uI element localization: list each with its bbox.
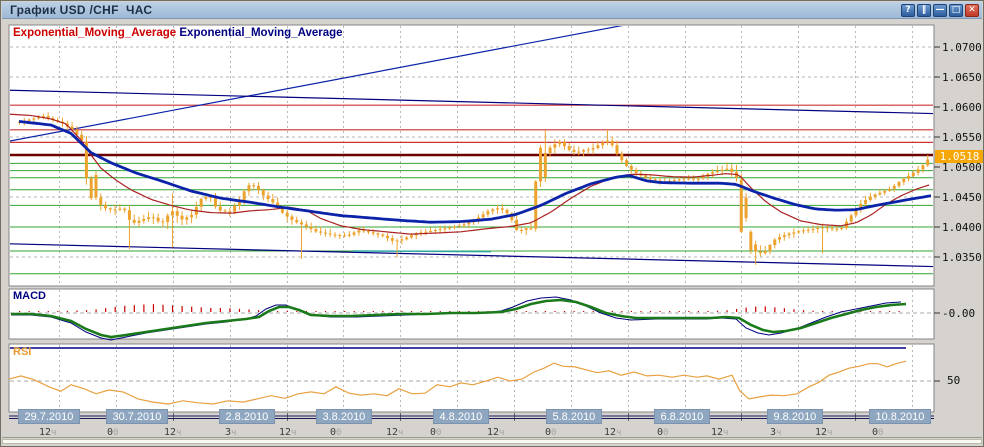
horizontal-scrollbar[interactable] [2,437,982,445]
macd-axis-value: -0.00 [942,308,975,319]
minimize-button[interactable]: — [933,4,947,17]
pause-button[interactable]: ‖ [917,4,931,17]
price-tick-label: 1.0700 [942,41,982,54]
indicator-legend: Exponential_Moving_Average Exponential_M… [13,28,343,39]
date-badge: 29.7.2010 [18,409,80,424]
rsi-panel-label: RSI [13,347,31,358]
chart-canvas[interactable] [1,1,984,447]
window-title: График USD /CHF ЧАС [10,3,152,17]
maximize-button[interactable]: □ [949,4,963,17]
price-tick-label: 1.0450 [942,191,982,204]
help-button[interactable]: ? [901,4,915,17]
price-tick-label: 1.0400 [942,221,982,234]
date-badge: 10.8.2010 [869,409,931,424]
date-badge: 3.8.2010 [316,409,372,424]
scrollbar-thumb[interactable] [2,439,982,444]
date-badge: 5.8.2010 [546,409,602,424]
panel-background [9,344,934,412]
date-badge: 2.8.2010 [219,409,275,424]
price-tick-label: 1.0500 [942,161,982,174]
close-button[interactable]: ✕ [965,4,979,17]
title-bar[interactable]: График USD /CHF ЧАС ? ‖ — □ ✕ [2,2,982,19]
macd-panel-label: MACD [13,291,46,302]
trendline-teal-segment [353,251,491,252]
chart-window: График USD /CHF ЧАС ? ‖ — □ ✕ Exponentia… [0,0,984,447]
window-buttons: ? ‖ — □ ✕ [901,4,979,17]
rsi-axis-value: 50 [947,375,960,386]
date-badge: 9.8.2010 [767,409,823,424]
ema-slow-legend-label: Exponential_Moving_Average [179,27,342,39]
price-tick-label: 1.0650 [942,71,982,84]
date-badge: 30.7.2010 [106,409,168,424]
date-badge: 6.8.2010 [654,409,710,424]
date-badge: 4.8.2010 [433,409,489,424]
price-tick-label: 1.0350 [942,251,982,264]
ema-fast-legend-label: Exponential_Moving_Average [13,27,176,39]
price-tick-label: 1.0600 [942,101,982,114]
price-tick-label: 1.0550 [942,131,982,144]
